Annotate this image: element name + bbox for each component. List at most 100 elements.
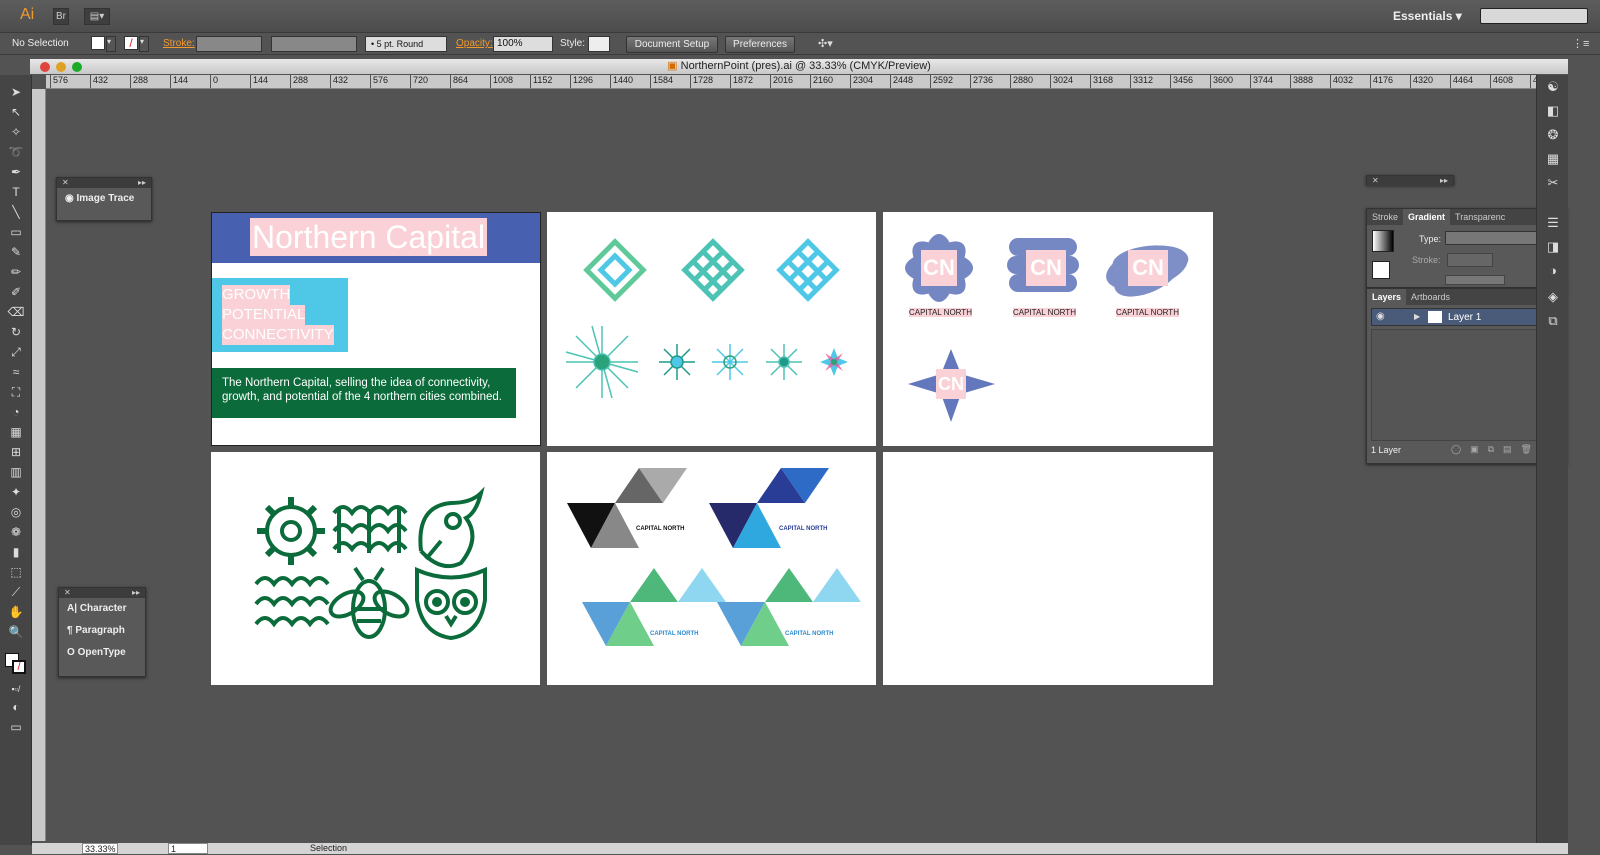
triangle-caption-3: CAPITAL NORTH	[650, 631, 699, 637]
arrange-documents-button[interactable]: ▤▾	[84, 8, 110, 25]
current-tool-status[interactable]: Selection	[310, 843, 347, 854]
gradient-fill-icon[interactable]	[1372, 261, 1390, 279]
zoom-level-field[interactable]: 33.33%	[82, 843, 118, 854]
artboard-6	[883, 452, 1213, 685]
opentype-panel-button[interactable]: O OpenType	[59, 642, 145, 664]
gradient-tool-icon[interactable]: ▥	[6, 463, 26, 481]
artboards-icon[interactable]: ⧉	[1544, 313, 1562, 331]
arrange-icon[interactable]: ✣▾	[818, 37, 833, 50]
panel-header[interactable]: ✕ ▸▸	[57, 178, 151, 188]
artboard-tool-icon[interactable]: ⬚	[6, 563, 26, 581]
shape-builder-tool-icon[interactable]: ◔	[6, 403, 26, 421]
graphic-style-picker[interactable]	[588, 36, 610, 52]
perspective-grid-tool-icon[interactable]: ▦	[6, 423, 26, 441]
preferences-button[interactable]: Preferences	[725, 36, 795, 53]
tools-panel: ➤ ↖ ✧ ➰ ✒ T ╲ ▭ ✎ ✏ ✐ ⌫ ↻ ⤢ ≈ ⛶ ◔ ▦ ⊞ ▥ …	[0, 75, 32, 845]
panel-menu-icon[interactable]: ⋮≡	[1572, 37, 1589, 50]
color-guide-icon[interactable]: ☯	[1544, 79, 1562, 97]
tab-artboards[interactable]: Artboards	[1406, 292, 1455, 302]
paintbrush-tool-icon[interactable]: ✎	[6, 243, 26, 261]
gradient-swatch[interactable]	[1372, 230, 1394, 252]
fill-dropdown[interactable]: ▾	[106, 36, 116, 52]
layer-name[interactable]: Layer 1	[1448, 312, 1481, 323]
tab-layers[interactable]: Layers	[1367, 289, 1407, 305]
brush-definition[interactable]: • 5 pt. Round	[365, 36, 447, 52]
stroke-weight-field[interactable]	[196, 36, 262, 52]
close-window-button[interactable]	[40, 62, 50, 72]
image-trace-button[interactable]: ◉ Image Trace	[57, 188, 151, 210]
magic-wand-tool-icon[interactable]: ✧	[6, 123, 26, 141]
rectangle-tool-icon[interactable]: ▭	[6, 223, 26, 241]
tab-transparency[interactable]: Transparenc	[1450, 212, 1510, 222]
fill-swatch[interactable]	[91, 36, 105, 50]
selection-tool-icon[interactable]: ➤	[6, 83, 26, 101]
blend-tool-icon[interactable]: ◎	[6, 503, 26, 521]
stroke-dropdown[interactable]: ▾	[139, 36, 149, 52]
line-tool-icon[interactable]: ╲	[6, 203, 26, 221]
direct-selection-tool-icon[interactable]: ↖	[6, 103, 26, 121]
panel-header[interactable]: ✕ ▸▸	[59, 588, 145, 598]
slice-tool-icon[interactable]: ⟋	[6, 583, 26, 601]
mesh-tool-icon[interactable]: ⊞	[6, 443, 26, 461]
warp-tool-icon[interactable]: ≈	[6, 363, 26, 381]
workspace-switcher[interactable]: Essentials ▾	[1393, 9, 1462, 23]
layer-actions-icons[interactable]: ◯▣⧉▤🗑	[1451, 444, 1541, 455]
pen-tool-icon[interactable]: ✒	[6, 163, 26, 181]
blob-brush-tool-icon[interactable]: ✐	[6, 283, 26, 301]
column-graph-tool-icon[interactable]: ▮	[6, 543, 26, 561]
cn-logo-1: CN	[921, 250, 957, 286]
visibility-eye-icon[interactable]: ◉	[1376, 311, 1385, 322]
opacity-field[interactable]: 100%	[493, 36, 553, 52]
ruler-tick: 1728	[690, 75, 713, 88]
graphic-styles-icon[interactable]: ✂	[1544, 175, 1562, 193]
tab-gradient[interactable]: Gradient	[1403, 209, 1451, 225]
bridge-button[interactable]: Br	[53, 8, 69, 25]
paragraph-icon: ¶	[67, 625, 73, 636]
appearance-icon[interactable]: ◨	[1544, 239, 1562, 257]
brushes-icon[interactable]: ▦	[1544, 151, 1562, 169]
scale-tool-icon[interactable]: ⤢	[6, 343, 26, 361]
transparency-icon[interactable]: ◑	[1544, 263, 1562, 281]
variable-width-profile[interactable]	[271, 36, 357, 52]
stroke-gradient-options[interactable]	[1447, 253, 1493, 267]
screen-mode-icon[interactable]: ▭	[6, 718, 26, 736]
stroke-label[interactable]: Stroke:	[163, 38, 195, 49]
lasso-tool-icon[interactable]: ➰	[6, 143, 26, 161]
artboard-number-field[interactable]: 1	[168, 843, 208, 854]
eyedropper-tool-icon[interactable]: ✦	[6, 483, 26, 501]
gradient-slider[interactable]	[1445, 275, 1505, 285]
color-mode-icons[interactable]: ▪▫/	[6, 680, 26, 698]
triangle-caption-4: CAPITAL NORTH	[785, 631, 834, 637]
collapsed-panel-header[interactable]: ✕ ▸▸	[1366, 175, 1454, 186]
layer-row[interactable]: ◉ ▶ Layer 1 ○	[1371, 308, 1561, 326]
layers-icon[interactable]: ◈	[1544, 289, 1562, 307]
zoom-window-button[interactable]	[72, 62, 82, 72]
pencil-tool-icon[interactable]: ✏	[6, 263, 26, 281]
eraser-tool-icon[interactable]: ⌫	[6, 303, 26, 321]
character-panel-button[interactable]: A| Character	[59, 598, 145, 620]
help-search-input[interactable]	[1480, 8, 1588, 24]
minimize-window-button[interactable]	[56, 62, 66, 72]
ruler-tick: 3312	[1130, 75, 1153, 88]
document-setup-button[interactable]: Document Setup	[626, 36, 718, 53]
draw-mode-icon[interactable]: ◐	[6, 698, 26, 716]
hand-tool-icon[interactable]: ✋	[6, 603, 26, 621]
ruler-tick: 1152	[530, 75, 552, 88]
rotate-tool-icon[interactable]: ↻	[6, 323, 26, 341]
align-icon[interactable]: ☰	[1544, 215, 1562, 233]
stroke-swatch[interactable]: /	[124, 36, 138, 50]
symbol-sprayer-tool-icon[interactable]: ❁	[6, 523, 26, 541]
free-transform-tool-icon[interactable]: ⛶	[6, 383, 26, 401]
symbols-icon[interactable]: ❂	[1544, 127, 1562, 145]
paragraph-panel-button[interactable]: ¶ Paragraph	[59, 620, 145, 642]
ruler-tick: 144	[250, 75, 268, 88]
ruler-tick: 3456	[1170, 75, 1193, 88]
ruler-tick: 1872	[730, 75, 753, 88]
tab-stroke[interactable]: Stroke	[1367, 212, 1403, 222]
opacity-label[interactable]: Opacity:	[456, 38, 493, 49]
swatches-icon[interactable]: ◧	[1544, 103, 1562, 121]
zoom-tool-icon[interactable]: 🔍	[6, 623, 26, 641]
expand-arrow-icon[interactable]: ▶	[1414, 312, 1420, 321]
stroke-color-icon[interactable]: /	[12, 660, 26, 674]
type-tool-icon[interactable]: T	[6, 183, 26, 201]
